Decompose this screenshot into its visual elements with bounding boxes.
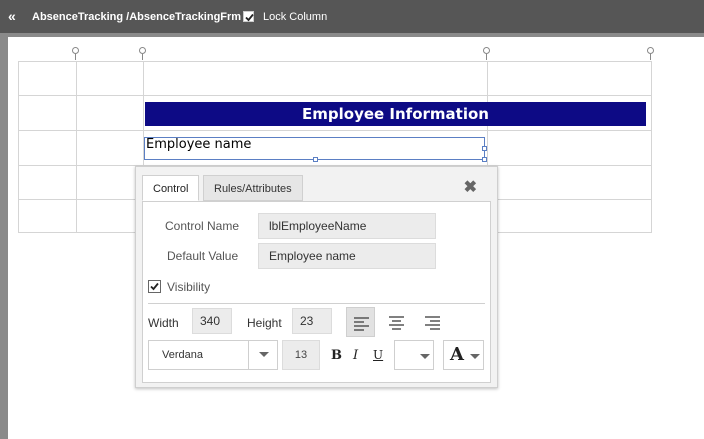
height-field[interactable]: 23	[292, 308, 332, 334]
popup-tabs: Control Rules/Attributes	[136, 167, 497, 201]
lock-column-checkbox[interactable]	[243, 11, 254, 22]
resize-handle[interactable]	[482, 146, 487, 151]
top-bar: « AbsenceTracking /AbsenceTrackingFrm Lo…	[0, 0, 704, 33]
breadcrumb: AbsenceTracking /AbsenceTrackingFrm	[32, 11, 242, 23]
column-handle[interactable]	[139, 47, 146, 54]
close-icon[interactable]: ✖	[464, 177, 477, 197]
font-color-dropdown[interactable]: A	[443, 340, 484, 370]
resize-handle[interactable]	[313, 157, 318, 162]
column-handle[interactable]	[72, 47, 79, 54]
divider	[148, 303, 485, 304]
properties-popup: Control Rules/Attributes ✖ Control Name …	[135, 166, 498, 388]
align-center-button[interactable]	[382, 307, 411, 337]
width-field[interactable]: 340	[192, 308, 232, 334]
width-label: Width	[148, 316, 179, 330]
column-handle-stem	[650, 54, 651, 60]
grid-col-line	[651, 61, 652, 233]
italic-button[interactable]: I	[353, 348, 358, 363]
align-right-button[interactable]	[418, 307, 447, 337]
bold-button[interactable]: B	[331, 348, 342, 363]
double-chevron-left-icon[interactable]: «	[8, 9, 16, 23]
grid-row-line	[18, 130, 652, 131]
default-value-label: Default Value	[167, 249, 239, 263]
resize-handle[interactable]	[482, 157, 487, 162]
tab-rules-attributes[interactable]: Rules/Attributes	[203, 175, 303, 201]
column-handle-stem	[142, 54, 143, 60]
column-handle[interactable]	[483, 47, 490, 54]
chevron-down-icon	[259, 352, 269, 357]
employee-information-header[interactable]: Employee Information	[145, 102, 646, 126]
visibility-checkbox[interactable]	[148, 280, 161, 293]
chevron-down-icon	[470, 354, 480, 359]
default-value-field[interactable]: Employee name	[258, 243, 436, 269]
control-name-field[interactable]: lblEmployeeName	[258, 213, 436, 239]
background-color-dropdown[interactable]	[394, 340, 434, 370]
lock-column-label: Lock Column	[263, 11, 328, 23]
align-left-button[interactable]	[346, 307, 375, 337]
column-handle-stem	[75, 54, 76, 60]
font-color-icon: A	[450, 344, 464, 365]
grid-row-line	[18, 61, 652, 62]
visibility-label: Visibility	[167, 280, 211, 294]
grid-row-line	[18, 95, 652, 96]
height-label: Height	[247, 316, 282, 330]
underline-button[interactable]: U	[373, 348, 383, 362]
font-size-field[interactable]: 13	[282, 340, 320, 370]
tab-control[interactable]: Control	[142, 175, 200, 201]
control-name-label: Control Name	[165, 219, 240, 233]
font-family-dropdown-arrow[interactable]	[248, 340, 278, 370]
grid-col-line	[18, 61, 19, 233]
grid-col-line	[76, 61, 77, 233]
column-handle[interactable]	[647, 47, 654, 54]
chevron-down-icon	[420, 354, 430, 359]
column-handle-stem	[486, 54, 487, 60]
control-panel: Control Name lblEmployeeName Default Val…	[142, 201, 491, 383]
